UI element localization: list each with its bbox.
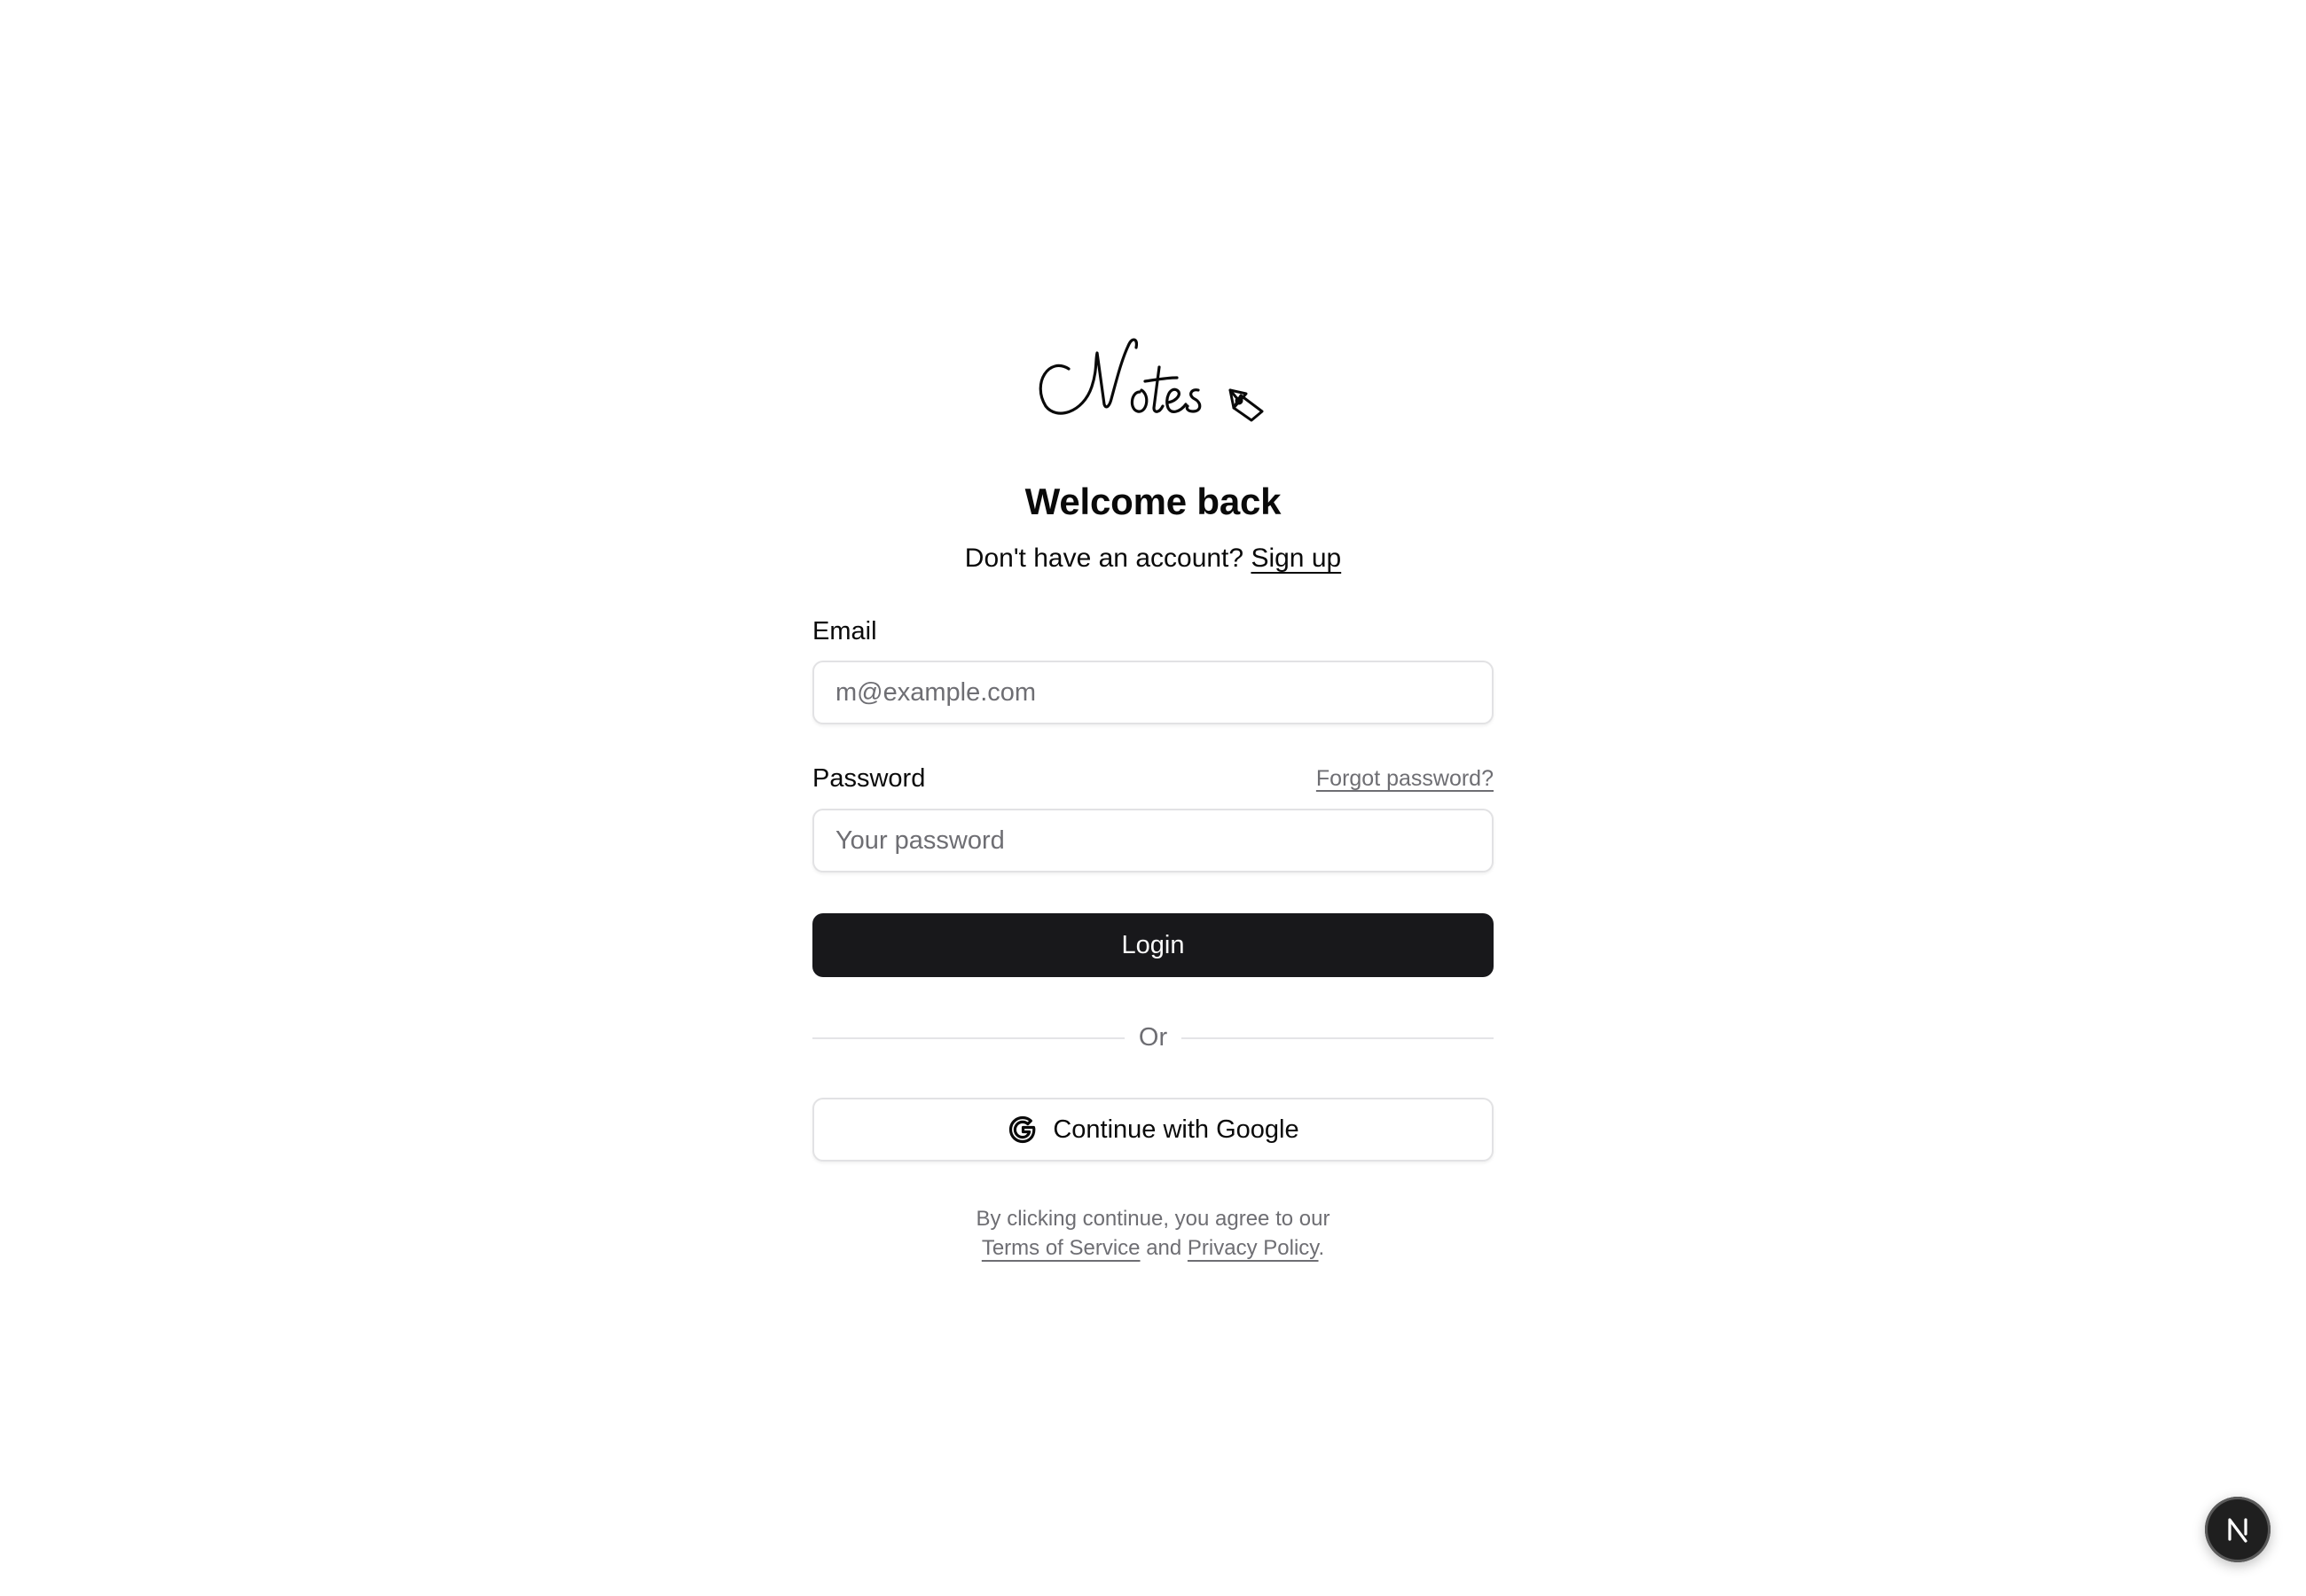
signup-prompt: Don't have an account? Sign up bbox=[0, 541, 2306, 576]
legal-prefix: By clicking continue, you agree to our bbox=[976, 1207, 1330, 1231]
legal-and: and bbox=[1146, 1236, 1182, 1260]
divider-text: Or bbox=[1138, 1023, 1168, 1052]
password-input[interactable] bbox=[812, 809, 1494, 872]
or-divider: Or bbox=[812, 1020, 1494, 1055]
google-icon bbox=[1007, 1114, 1039, 1146]
notes-logo bbox=[1033, 328, 1273, 426]
nextjs-dev-badge[interactable] bbox=[2205, 1497, 2271, 1562]
divider-line-right bbox=[1181, 1037, 1494, 1039]
forgot-password-link[interactable]: Forgot password? bbox=[1316, 761, 1494, 796]
signup-link[interactable]: Sign up bbox=[1251, 544, 1341, 573]
login-page: Welcome back Don't have an account? Sign… bbox=[0, 0, 2306, 1596]
password-label: Password bbox=[812, 764, 926, 793]
google-button-label: Continue with Google bbox=[1053, 1115, 1299, 1144]
legal-suffix: . bbox=[1318, 1236, 1325, 1260]
notes-logo-wordmark bbox=[1039, 338, 1264, 422]
terms-of-service-link[interactable]: Terms of Service bbox=[982, 1236, 1141, 1260]
divider-line-left bbox=[812, 1037, 1125, 1039]
login-button[interactable]: Login bbox=[812, 913, 1494, 977]
signup-prompt-text: Don't have an account? bbox=[964, 544, 1244, 573]
email-label: Email bbox=[812, 617, 877, 645]
legal-notice: By clicking continue, you agree to our T… bbox=[0, 1204, 2306, 1263]
privacy-policy-link[interactable]: Privacy Policy bbox=[1188, 1236, 1319, 1260]
nextjs-n-icon bbox=[2228, 1518, 2247, 1543]
legal-links-line: Terms of Service and Privacy Policy. bbox=[0, 1233, 2306, 1263]
page-title: Welcome back bbox=[1024, 481, 1282, 522]
email-input[interactable] bbox=[812, 661, 1494, 724]
google-signin-button[interactable]: Continue with Google bbox=[812, 1098, 1494, 1162]
